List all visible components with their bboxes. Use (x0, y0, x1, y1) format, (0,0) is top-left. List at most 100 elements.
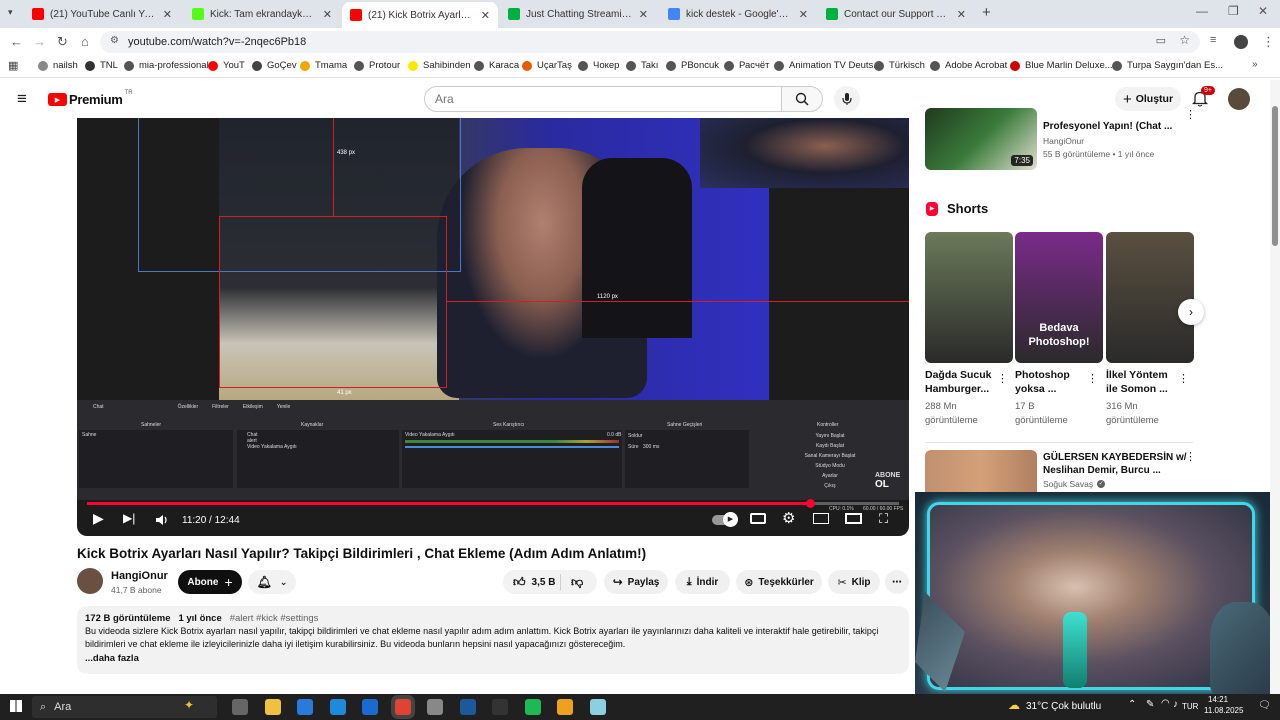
hashtags[interactable]: #alert #kick #settings (230, 613, 319, 624)
search-input[interactable]: Ara (424, 86, 782, 112)
account-avatar[interactable] (1228, 88, 1250, 110)
video-player[interactable]: 438 px 1120 px 41 px Chat Özellikler Filtr… (77, 118, 909, 536)
thanks-button[interactable]: ⊛ Teşekkürler (736, 570, 822, 594)
bookmark-item[interactable]: Turpa Saygın'dan Es... (1112, 60, 1223, 71)
minimize-icon[interactable]: — (1196, 4, 1208, 18)
address-bar[interactable]: ⚙ youtube.com/watch?v=-2nqec6Pb18 ▭ ☆ (100, 31, 1200, 53)
short-menu-icon[interactable]: ⋮ (1087, 372, 1098, 385)
spotify-icon[interactable] (524, 699, 541, 715)
task-view-icon[interactable] (232, 699, 248, 715)
related-video-top[interactable]: 7:35 Profesyonel Yapın! (Chat ... HangiO… (925, 108, 1200, 170)
reload-icon[interactable]: ↻ (57, 34, 68, 50)
progress-scrubber[interactable] (805, 499, 815, 508)
app-icon[interactable] (557, 699, 573, 715)
short-menu-icon[interactable]: ⋮ (997, 372, 1008, 385)
short-card[interactable]: İlkel Yöntem ile Somon ... 316 Mn görüntüle… (1106, 232, 1194, 432)
bookmark-item[interactable]: Blue Marlin Deluxe... (1010, 60, 1113, 71)
share-button[interactable]: ↪ Paylaş (604, 570, 668, 594)
profile-avatar[interactable] (1234, 35, 1248, 49)
bookmark-item[interactable]: mia-professional (124, 60, 209, 71)
bookmark-item[interactable]: Animation TV Deuts... (774, 60, 881, 71)
obs-icon[interactable] (492, 699, 508, 715)
notifications-button[interactable]: 9+ (1191, 86, 1215, 108)
clock-date[interactable]: 11.08.2025 (1204, 706, 1243, 715)
site-info-icon[interactable]: ⚙ (110, 35, 119, 46)
youtube-logo[interactable]: ▶ Premium TR (48, 90, 133, 107)
voice-search-button[interactable] (834, 86, 860, 112)
mail-icon[interactable] (297, 699, 313, 715)
home-icon[interactable]: ⌂ (81, 34, 89, 49)
browser-tab[interactable]: Contact our Support Team | Kic ✕ (818, 2, 974, 26)
related-video-next[interactable]: GÜLERSEN KAYBEDERSİN w/ Neslihan Demir, … (925, 450, 1200, 495)
dislike-button[interactable]: 👎︎ (561, 575, 583, 590)
download-button[interactable]: ⤓ İndir (675, 570, 730, 594)
channel-name[interactable]: HangiOnur (111, 570, 168, 582)
more-actions-button[interactable]: ⋯ (885, 570, 909, 594)
related-menu-icon[interactable]: ⋮ (1185, 108, 1196, 121)
bookmark-item[interactable]: Sahibinden (408, 60, 471, 71)
tray-expand-icon[interactable]: ⌃ (1128, 699, 1136, 710)
tab-close-icon[interactable]: ✕ (481, 9, 490, 22)
notification-bell-button[interactable]: 🔔︎ ⌄ (248, 570, 296, 594)
bookmark-item[interactable]: Чокер (578, 60, 619, 71)
browser-menu-icon[interactable]: ⋮ (1262, 34, 1275, 50)
next-video-icon[interactable]: ▶| (123, 511, 135, 525)
bookmark-item[interactable]: GoÇev (252, 60, 297, 71)
channel-avatar[interactable] (77, 568, 103, 594)
miniplayer-icon[interactable] (813, 513, 829, 524)
bookmark-item[interactable]: Karaca (474, 60, 519, 71)
edge-icon[interactable] (329, 699, 346, 715)
file-explorer-icon[interactable] (264, 699, 281, 715)
browser-tab[interactable]: (21) Kick Botrix Ayarları Nasıl Y ✕ (342, 2, 498, 28)
scrollbar-thumb[interactable] (1272, 106, 1278, 246)
browser-tab[interactable]: Kick: Tam ekrandayken chat gö ✕ (184, 2, 340, 26)
bookmark-item[interactable]: YouT (208, 60, 245, 71)
tab-close-icon[interactable]: ✕ (323, 8, 332, 21)
bookmark-item[interactable]: nailsh (38, 60, 78, 71)
subscribe-button[interactable]: Abone + (178, 570, 242, 594)
bookmarks-overflow-icon[interactable]: » (1252, 59, 1258, 70)
bookmark-item[interactable]: Расчёт (724, 60, 770, 71)
play-icon[interactable]: ▶ (93, 510, 104, 527)
weather-text[interactable]: 31°C Çok bulutlu (1026, 701, 1101, 712)
tab-close-icon[interactable]: ✕ (957, 8, 966, 21)
volume-icon[interactable] (155, 514, 169, 526)
tab-close-icon[interactable]: ✕ (639, 8, 648, 21)
progress-track[interactable] (87, 499, 899, 508)
shorts-next-button[interactable]: › (1178, 299, 1204, 325)
bookmark-item[interactable]: UçarTaş (522, 60, 572, 71)
bookmark-item[interactable]: TNL (85, 60, 118, 71)
pen-icon[interactable]: ✎ (1146, 699, 1154, 710)
search-button[interactable] (781, 86, 823, 112)
notification-center-icon[interactable]: 🗨︎ (1258, 700, 1271, 711)
tab-close-icon[interactable]: ✕ (799, 8, 808, 21)
like-button[interactable]: 👍︎ 3,5 B (503, 574, 561, 590)
back-icon[interactable]: ← (10, 34, 23, 49)
clock-time[interactable]: 14:21 (1208, 695, 1228, 704)
tab-search-icon[interactable]: ▾ (8, 7, 13, 18)
forward-icon[interactable]: → (33, 34, 46, 49)
windows-start-icon[interactable] (10, 700, 22, 712)
subtitles-icon[interactable] (750, 513, 766, 524)
new-tab-button[interactable]: + (982, 4, 991, 21)
clip-button[interactable]: ✂ Klip (828, 570, 880, 594)
bookmark-item[interactable]: Tmama (300, 60, 347, 71)
speaker-icon[interactable]: ♪ (1173, 699, 1178, 710)
bookmark-item[interactable]: PBoncuk (666, 60, 719, 71)
autoplay-toggle[interactable]: ▶ (712, 512, 738, 527)
restore-icon[interactable]: ❐ (1228, 4, 1239, 18)
settings-gear-icon[interactable]: ⚙ (782, 509, 795, 527)
notes-icon[interactable] (589, 699, 606, 715)
browser-tab[interactable]: kick destek - Google'da Ara ✕ (660, 2, 816, 26)
next-menu-icon[interactable]: ⋮ (1185, 450, 1196, 463)
cast-icon[interactable]: ▭ (1156, 34, 1166, 47)
steam-icon[interactable] (459, 699, 476, 715)
tab-close-icon[interactable]: ✕ (163, 8, 172, 21)
weather-icon[interactable]: ☁ (1008, 698, 1020, 712)
short-card[interactable]: Dağda Sucuk Hamburger... 288 Mn görüntüleme… (925, 232, 1013, 432)
bookmark-star-icon[interactable]: ☆ (1179, 33, 1190, 47)
browser-tab[interactable]: (21) YouTube Canlı Yayına Şeffaf ✕ (24, 2, 180, 26)
bookmark-item[interactable]: Takı (626, 60, 658, 71)
bookmark-item[interactable]: Adobe Acrobat (930, 60, 1007, 71)
fullscreen-icon[interactable]: ⛶ (879, 511, 888, 527)
